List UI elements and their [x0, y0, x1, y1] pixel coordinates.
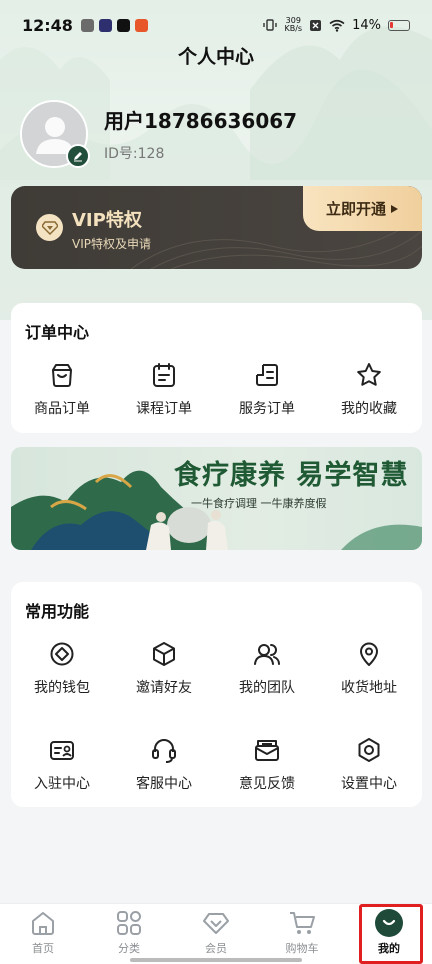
function-item-feedback[interactable]: 意见反馈: [216, 736, 318, 793]
function-item-team[interactable]: 我的团队: [216, 640, 318, 697]
vip-subtitle: VIP特权及申请: [72, 237, 151, 251]
function-item-label: 我的团队: [239, 680, 295, 696]
order-item-label: 服务订单: [239, 401, 295, 417]
order-item-products[interactable]: 商品订单: [11, 361, 113, 418]
function-item-settle-in[interactable]: 入驻中心: [11, 736, 113, 793]
order-center-card: 订单中心 商品订单 课程订单 服务订单 我的收藏: [11, 303, 422, 433]
wallet-icon: [50, 642, 74, 666]
order-item-label: 我的收藏: [341, 401, 397, 417]
feedback-icon: [255, 740, 279, 761]
common-functions-card: 常用功能 我的钱包 邀请好友 我的团队 收货地址 入驻中心 客服中心 意见反馈 …: [11, 582, 422, 807]
location-icon: [360, 642, 378, 666]
sim-off-icon: [310, 19, 322, 31]
vip-card[interactable]: VIP特权 VIP特权及申请 立即开通: [11, 186, 422, 269]
nav-home-label: 首页: [32, 942, 54, 955]
function-item-label: 客服中心: [136, 776, 192, 792]
nav-category[interactable]: 分类: [86, 909, 172, 956]
nav-category-label: 分类: [118, 942, 140, 955]
headset-icon: [152, 739, 176, 763]
shopping-app-icon: [134, 18, 148, 32]
banner-subtitle: 一牛食疗调理 一牛康养度假: [191, 497, 327, 510]
home-icon: [32, 912, 54, 935]
page-title: 个人中心: [177, 46, 254, 68]
diamond-icon: [203, 913, 229, 934]
order-item-label: 商品订单: [34, 401, 90, 417]
function-item-label: 我的钱包: [34, 680, 90, 696]
highlight-annotation-box: [359, 904, 423, 964]
team-icon: [254, 644, 280, 665]
function-item-label: 收货地址: [341, 680, 397, 696]
home-indicator: [130, 958, 302, 962]
nav-cart-label: 购物车: [285, 942, 319, 955]
vip-diamond-icon: [36, 214, 63, 241]
vip-open-button[interactable]: 立即开通: [303, 186, 422, 231]
id-card-icon: [50, 741, 74, 760]
cube-icon: [153, 642, 175, 666]
shopping-bag-icon: [52, 364, 72, 387]
nav-member-label: 会员: [205, 942, 227, 955]
function-item-label: 入驻中心: [34, 776, 90, 792]
promo-banner[interactable]: 食疗康养 易学智慧 一牛食疗调理 一牛康养度假: [11, 447, 422, 550]
edit-avatar-icon[interactable]: [66, 144, 90, 168]
order-item-courses[interactable]: 课程订单: [113, 361, 215, 418]
calendar-icon: [153, 363, 175, 387]
function-item-address[interactable]: 收货地址: [318, 640, 420, 697]
order-item-services[interactable]: 服务订单: [216, 361, 318, 418]
nav-home[interactable]: 首页: [0, 909, 86, 956]
order-center-title: 订单中心: [25, 323, 90, 342]
app-notification-icon: [80, 18, 94, 32]
vip-open-label: 立即开通: [325, 200, 386, 218]
net-speed-unit: KB/s: [284, 24, 303, 33]
function-item-wallet[interactable]: 我的钱包: [11, 640, 113, 697]
cart-icon: [290, 912, 315, 934]
vibrate-icon: [263, 19, 278, 31]
function-item-label: 邀请好友: [136, 680, 192, 696]
category-icon: [117, 911, 141, 935]
service-doc-icon: [256, 364, 278, 386]
nav-member[interactable]: 会员: [173, 909, 259, 956]
status-right: 309 KB/s 14%: [263, 17, 410, 33]
battery-percent: 14%: [352, 17, 381, 33]
status-time: 12:48: [22, 15, 73, 35]
function-item-settings[interactable]: 设置中心: [318, 736, 420, 793]
star-icon: [357, 363, 381, 386]
wifi-icon: [329, 19, 345, 32]
function-item-label: 意见反馈: [239, 776, 295, 792]
settings-icon: [358, 738, 380, 762]
play-arrow-icon: [391, 204, 398, 213]
avatar[interactable]: [20, 100, 90, 168]
user-id: ID号:128: [104, 146, 165, 162]
vip-title: VIP特权: [72, 210, 142, 231]
function-item-invite[interactable]: 邀请好友: [113, 640, 215, 697]
battery-icon: [388, 19, 410, 31]
network-speed: 309 KB/s: [284, 17, 302, 33]
order-item-favorites[interactable]: 我的收藏: [318, 361, 420, 418]
nav-cart[interactable]: 购物车: [259, 909, 345, 956]
order-item-label: 课程订单: [136, 401, 192, 417]
username: 用户18786636067: [104, 109, 298, 133]
tiktok-icon: [116, 18, 130, 32]
function-item-customer-service[interactable]: 客服中心: [113, 736, 215, 793]
profile-text: 用户18786636067 ID号:128: [104, 105, 297, 163]
profile-section[interactable]: 用户18786636067 ID号:128: [20, 100, 297, 168]
common-functions-title: 常用功能: [25, 602, 90, 621]
notification-icons: [80, 18, 148, 32]
banner-headline: 食疗康养 易学智慧: [174, 460, 409, 491]
video-app-icon: [98, 18, 112, 32]
function-item-label: 设置中心: [341, 776, 397, 792]
